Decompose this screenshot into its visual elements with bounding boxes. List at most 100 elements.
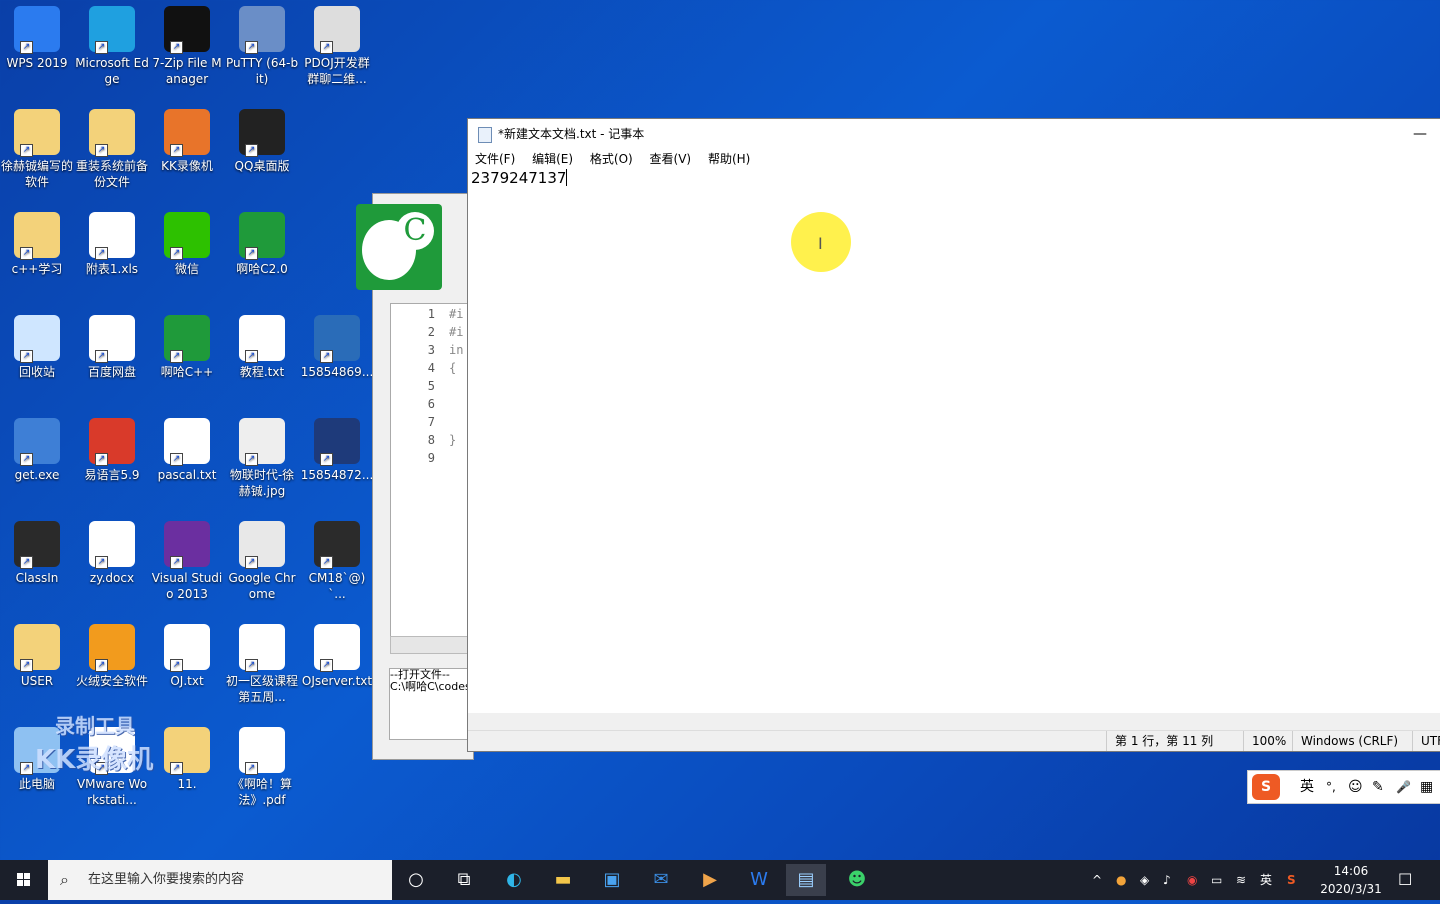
sogou-icon[interactable]: S — [1252, 774, 1280, 800]
desktop-icon[interactable]: ↗ 火绒安全软件 — [75, 618, 149, 689]
desktop-icon[interactable]: ↗ USER — [0, 618, 74, 689]
explorer-taskbar-icon[interactable]: ▬ — [543, 864, 583, 896]
app-icon: ↗ — [164, 727, 210, 775]
desktop-icon[interactable]: ↗ 15854869... — [300, 309, 374, 380]
code-horizontal-scrollbar[interactable] — [390, 636, 472, 654]
menu-file[interactable]: 文件(F) — [475, 152, 515, 166]
ime-lang[interactable]: 英 — [1300, 771, 1314, 803]
desktop-icon[interactable]: ↗ OJserver.txt — [300, 618, 374, 689]
desktop-icon[interactable]: ↗ 教程.txt — [225, 309, 299, 380]
notepad-taskbar-icon[interactable]: ▤ — [786, 864, 826, 896]
desktop-icon[interactable]: ↗ Google Chrome — [225, 515, 299, 602]
tray-battery-icon[interactable]: ▭ — [1211, 860, 1222, 900]
status-zoom: 100% — [1243, 731, 1286, 751]
desktop-icon[interactable]: ↗ 附表1.xls — [75, 206, 149, 277]
tray-volume-icon[interactable]: ♪ — [1163, 860, 1171, 900]
desktop-icon[interactable]: ↗ 易语言5.9 — [75, 412, 149, 483]
desktop-icon[interactable]: ↗ 微信 — [150, 206, 224, 277]
notepad-horizontal-scrollbar[interactable] — [468, 713, 1440, 730]
desktop-icon[interactable]: ↗ 7-Zip File Manager — [150, 0, 224, 87]
desktop-icon[interactable]: ↗ OJ.txt — [150, 618, 224, 689]
desktop-icon[interactable]: ↗ 初一区级课程第五周... — [225, 618, 299, 705]
tray-sogou-icon[interactable]: S — [1287, 860, 1296, 900]
desktop-icon[interactable]: ↗ 物联时代-徐赫铖.jpg — [225, 412, 299, 499]
ime-punct-icon[interactable]: °, — [1326, 771, 1336, 803]
minimize-button[interactable]: — — [1413, 119, 1427, 149]
desktop-icon[interactable]: ↗ 百度网盘 — [75, 309, 149, 380]
desktop-icon[interactable]: ↗ 啊哈C++ — [150, 309, 224, 380]
taskbar-clock[interactable]: 14:06 2020/3/31 — [1312, 862, 1390, 898]
desktop-icon[interactable]: ↗ pascal.txt — [150, 412, 224, 483]
cortana-icon[interactable]: ○ — [396, 864, 436, 896]
desktop-icon[interactable]: ↗ QQ桌面版 — [225, 103, 299, 174]
start-button[interactable] — [0, 860, 48, 900]
ime-mic-icon[interactable]: 🎤 — [1396, 771, 1411, 803]
code-line: #i — [449, 307, 464, 321]
desktop-icon-label: 回收站 — [18, 365, 55, 379]
app-icon: ↗ — [14, 212, 60, 260]
app-icon: ↗ — [239, 624, 285, 672]
code-line: } — [449, 433, 457, 447]
desktop-icon-label: VMware Workstati... — [76, 777, 148, 807]
desktop-icon[interactable]: ↗ Visual Studio 2013 — [150, 515, 224, 602]
open-file-path: C:\啊哈C\codes — [390, 680, 471, 693]
desktop-icon-label: 易语言5.9 — [84, 468, 140, 482]
task-view-icon[interactable]: ⧉ — [444, 864, 484, 896]
desktop-icon[interactable]: ↗ PDOJ开发群群聊二维... — [300, 0, 374, 87]
desktop-icon[interactable]: ↗ zy.docx — [75, 515, 149, 586]
ime-grid-icon[interactable]: ▦ — [1420, 771, 1433, 803]
notification-icon[interactable]: ☐ — [1398, 860, 1412, 900]
desktop-icon[interactable]: ↗ PuTTY (64-bit) — [225, 0, 299, 87]
mail-taskbar-icon[interactable]: ✉ — [641, 864, 681, 896]
menu-edit[interactable]: 编辑(E) — [532, 152, 573, 166]
desktop-icon-label: WPS 2019 — [6, 56, 68, 70]
shortcut-arrow-icon: ↗ — [95, 247, 108, 260]
desktop-icon[interactable]: ↗ get.exe — [0, 412, 74, 483]
desktop-icon[interactable]: ↗ 15854872... — [300, 412, 374, 483]
media-taskbar-icon[interactable]: ▶ — [690, 864, 730, 896]
menu-format[interactable]: 格式(O) — [590, 152, 633, 166]
menu-help[interactable]: 帮助(H) — [708, 152, 750, 166]
desktop-icon[interactable]: ↗ 啊哈C2.0 — [225, 206, 299, 277]
aha-taskbar-icon[interactable]: ☻ — [837, 864, 877, 896]
desktop-icon[interactable]: ↗ KK录像机 — [150, 103, 224, 174]
open-file-panel[interactable]: --打开文件-- C:\啊哈C\codes — [389, 668, 473, 740]
tray-lang[interactable]: 英 — [1260, 860, 1272, 900]
desktop-icon[interactable]: ↗ 《啊哈！算法》.pdf — [225, 721, 299, 808]
notepad-window[interactable]: *新建文本文档.txt - 记事本 — 文件(F) 编辑(E) 格式(O) 查看… — [467, 118, 1440, 752]
desktop-icon-label: KK录像机 — [161, 159, 213, 173]
store-taskbar-icon[interactable]: ▣ — [592, 864, 632, 896]
desktop-icon[interactable]: ↗ Microsoft Edge — [75, 0, 149, 87]
desktop-icon[interactable]: ↗ 徐赫铖编写的软件 — [0, 103, 74, 190]
code-editor[interactable]: 1 #i 2 #i 3 in 4 {5 6 7 8} 9 — [390, 303, 472, 640]
edge-taskbar-icon[interactable]: ◐ — [494, 864, 534, 896]
desktop-icon[interactable]: ↗ CM18`@)`... — [300, 515, 374, 602]
shortcut-arrow-icon: ↗ — [320, 453, 333, 466]
tray-network-icon[interactable]: ≋ — [1236, 860, 1246, 900]
taskbar-search[interactable]: ⌕ 在这里输入你要搜索的内容 — [48, 860, 392, 900]
tray-shield-icon[interactable]: ◈ — [1140, 860, 1149, 900]
notepad-text-area[interactable]: 2379247137 — [471, 169, 1440, 714]
tray-qq-icon[interactable]: ◉ — [1187, 860, 1197, 900]
shortcut-arrow-icon: ↗ — [20, 41, 33, 54]
tray-app-icon[interactable]: ● — [1116, 860, 1126, 900]
desktop-icon[interactable]: ↗ ClassIn — [0, 515, 74, 586]
desktop-icon[interactable]: ↗ WPS 2019 — [0, 0, 74, 71]
desktop-icon[interactable]: ↗ c++学习 — [0, 206, 74, 277]
recorder-watermark: 录制工具 KK录像机 — [35, 710, 153, 776]
wps-taskbar-icon[interactable]: W — [739, 864, 779, 896]
desktop-icon-label: Google Chrome — [228, 571, 296, 601]
tray-chevron-icon[interactable]: ^ — [1092, 860, 1102, 900]
desktop-icon[interactable]: ↗ 重装系统前备份文件 — [75, 103, 149, 190]
ime-pen-icon[interactable]: ✎ — [1372, 771, 1384, 803]
notepad-titlebar[interactable]: *新建文本文档.txt - 记事本 — — [468, 119, 1440, 149]
desktop-icon[interactable]: ↗ 11. — [150, 721, 224, 792]
ime-emoji-icon[interactable]: ☺ — [1348, 771, 1363, 803]
shortcut-arrow-icon: ↗ — [170, 556, 183, 569]
notepad-statusbar: 第 1 行，第 11 列 100% Windows (CRLF) UTF — [468, 730, 1440, 751]
shortcut-arrow-icon: ↗ — [20, 144, 33, 157]
menu-view[interactable]: 查看(V) — [650, 152, 692, 166]
ime-toolbar[interactable]: S 英 °, ☺ ✎ 🎤 ▦ — [1247, 770, 1440, 804]
clock-date: 2020/3/31 — [1320, 882, 1382, 896]
desktop-icon[interactable]: ↗ 回收站 — [0, 309, 74, 380]
